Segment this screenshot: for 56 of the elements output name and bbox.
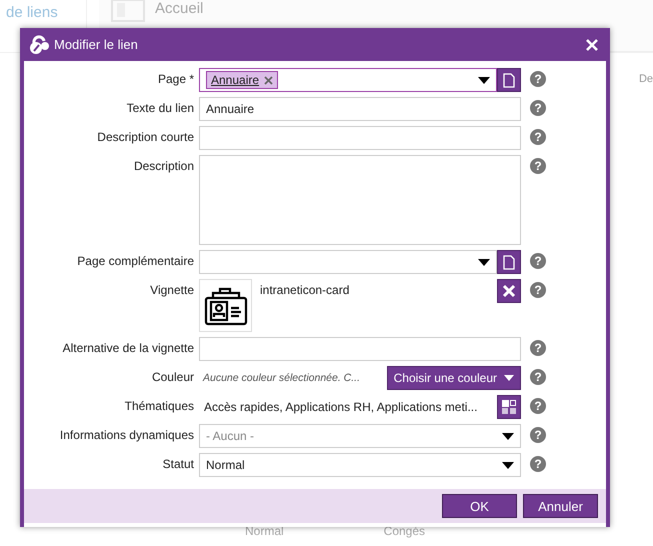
field-label: Alternative de la vignette bbox=[62, 340, 194, 355]
image-name: intraneticon-card bbox=[260, 282, 350, 297]
document-icon bbox=[503, 72, 515, 88]
caret-icon bbox=[502, 462, 514, 468]
choose-color-button[interactable]: Choisir une couleur bbox=[386, 366, 521, 390]
field-label: Texte du lien bbox=[126, 100, 194, 115]
help-icon[interactable]: ? bbox=[530, 253, 546, 269]
field-label: Description courte bbox=[96, 129, 194, 144]
help-icon[interactable]: ? bbox=[530, 340, 546, 356]
page-picker-button[interactable] bbox=[497, 250, 521, 274]
close-icon bbox=[502, 284, 516, 298]
help-icon[interactable]: ? bbox=[530, 100, 546, 116]
page-picker-button[interactable] bbox=[497, 68, 521, 92]
dialog-button[interactable]: OK bbox=[442, 494, 517, 518]
text-field[interactable]: Annuaire bbox=[199, 97, 521, 121]
caret-icon bbox=[478, 76, 490, 84]
caret-icon bbox=[502, 432, 514, 440]
field-label: Page * bbox=[156, 71, 194, 86]
help-icon[interactable]: ? bbox=[530, 158, 546, 174]
field-label: Thématiques bbox=[124, 398, 194, 413]
help-icon[interactable]: ? bbox=[530, 456, 546, 472]
help-icon[interactable]: ? bbox=[530, 398, 546, 414]
link-edit-icon bbox=[28, 34, 50, 54]
text-field[interactable] bbox=[199, 126, 521, 150]
page-tag[interactable]: Annuaire bbox=[206, 71, 278, 89]
field-label: Couleur bbox=[150, 369, 194, 384]
field-label: Informations dynamiques bbox=[58, 427, 194, 442]
help-icon[interactable]: ? bbox=[530, 369, 546, 385]
column-header: De bbox=[638, 73, 653, 85]
select-field[interactable]: Normal bbox=[199, 453, 521, 477]
grid-picker-button[interactable] bbox=[497, 395, 521, 419]
page-title: Accueil bbox=[155, 0, 204, 17]
help-icon[interactable]: ? bbox=[530, 129, 546, 145]
caret-icon bbox=[478, 258, 490, 266]
table-cell: Congés bbox=[384, 524, 426, 538]
remove-icon[interactable] bbox=[264, 76, 274, 84]
remove-button[interactable] bbox=[497, 279, 521, 303]
document-icon bbox=[503, 254, 515, 270]
help-icon[interactable]: ? bbox=[530, 282, 546, 298]
help-icon[interactable]: ? bbox=[530, 71, 546, 87]
page-select[interactable]: Annuaire bbox=[199, 68, 497, 92]
close-button[interactable] bbox=[586, 38, 598, 50]
select-field[interactable]: - Aucun - bbox=[199, 424, 521, 448]
field-label: Vignette bbox=[149, 282, 194, 297]
table-cell: Normal bbox=[245, 524, 284, 538]
help-icon[interactable]: ? bbox=[530, 427, 546, 443]
caret-icon bbox=[504, 375, 514, 381]
field-label: Statut bbox=[162, 456, 194, 471]
color-status-text: Aucune couleur sélectionnée. C... bbox=[202, 372, 360, 384]
dialog-button[interactable]: Annuler bbox=[523, 494, 598, 518]
id-card-icon bbox=[199, 279, 252, 332]
grid-icon bbox=[501, 399, 517, 415]
field-label: Page complémentaire bbox=[76, 253, 194, 268]
themes-value: Accès rapides, Applications RH, Applications meti... bbox=[203, 400, 478, 414]
field-label: Description bbox=[132, 158, 194, 173]
text-field[interactable] bbox=[199, 337, 521, 361]
